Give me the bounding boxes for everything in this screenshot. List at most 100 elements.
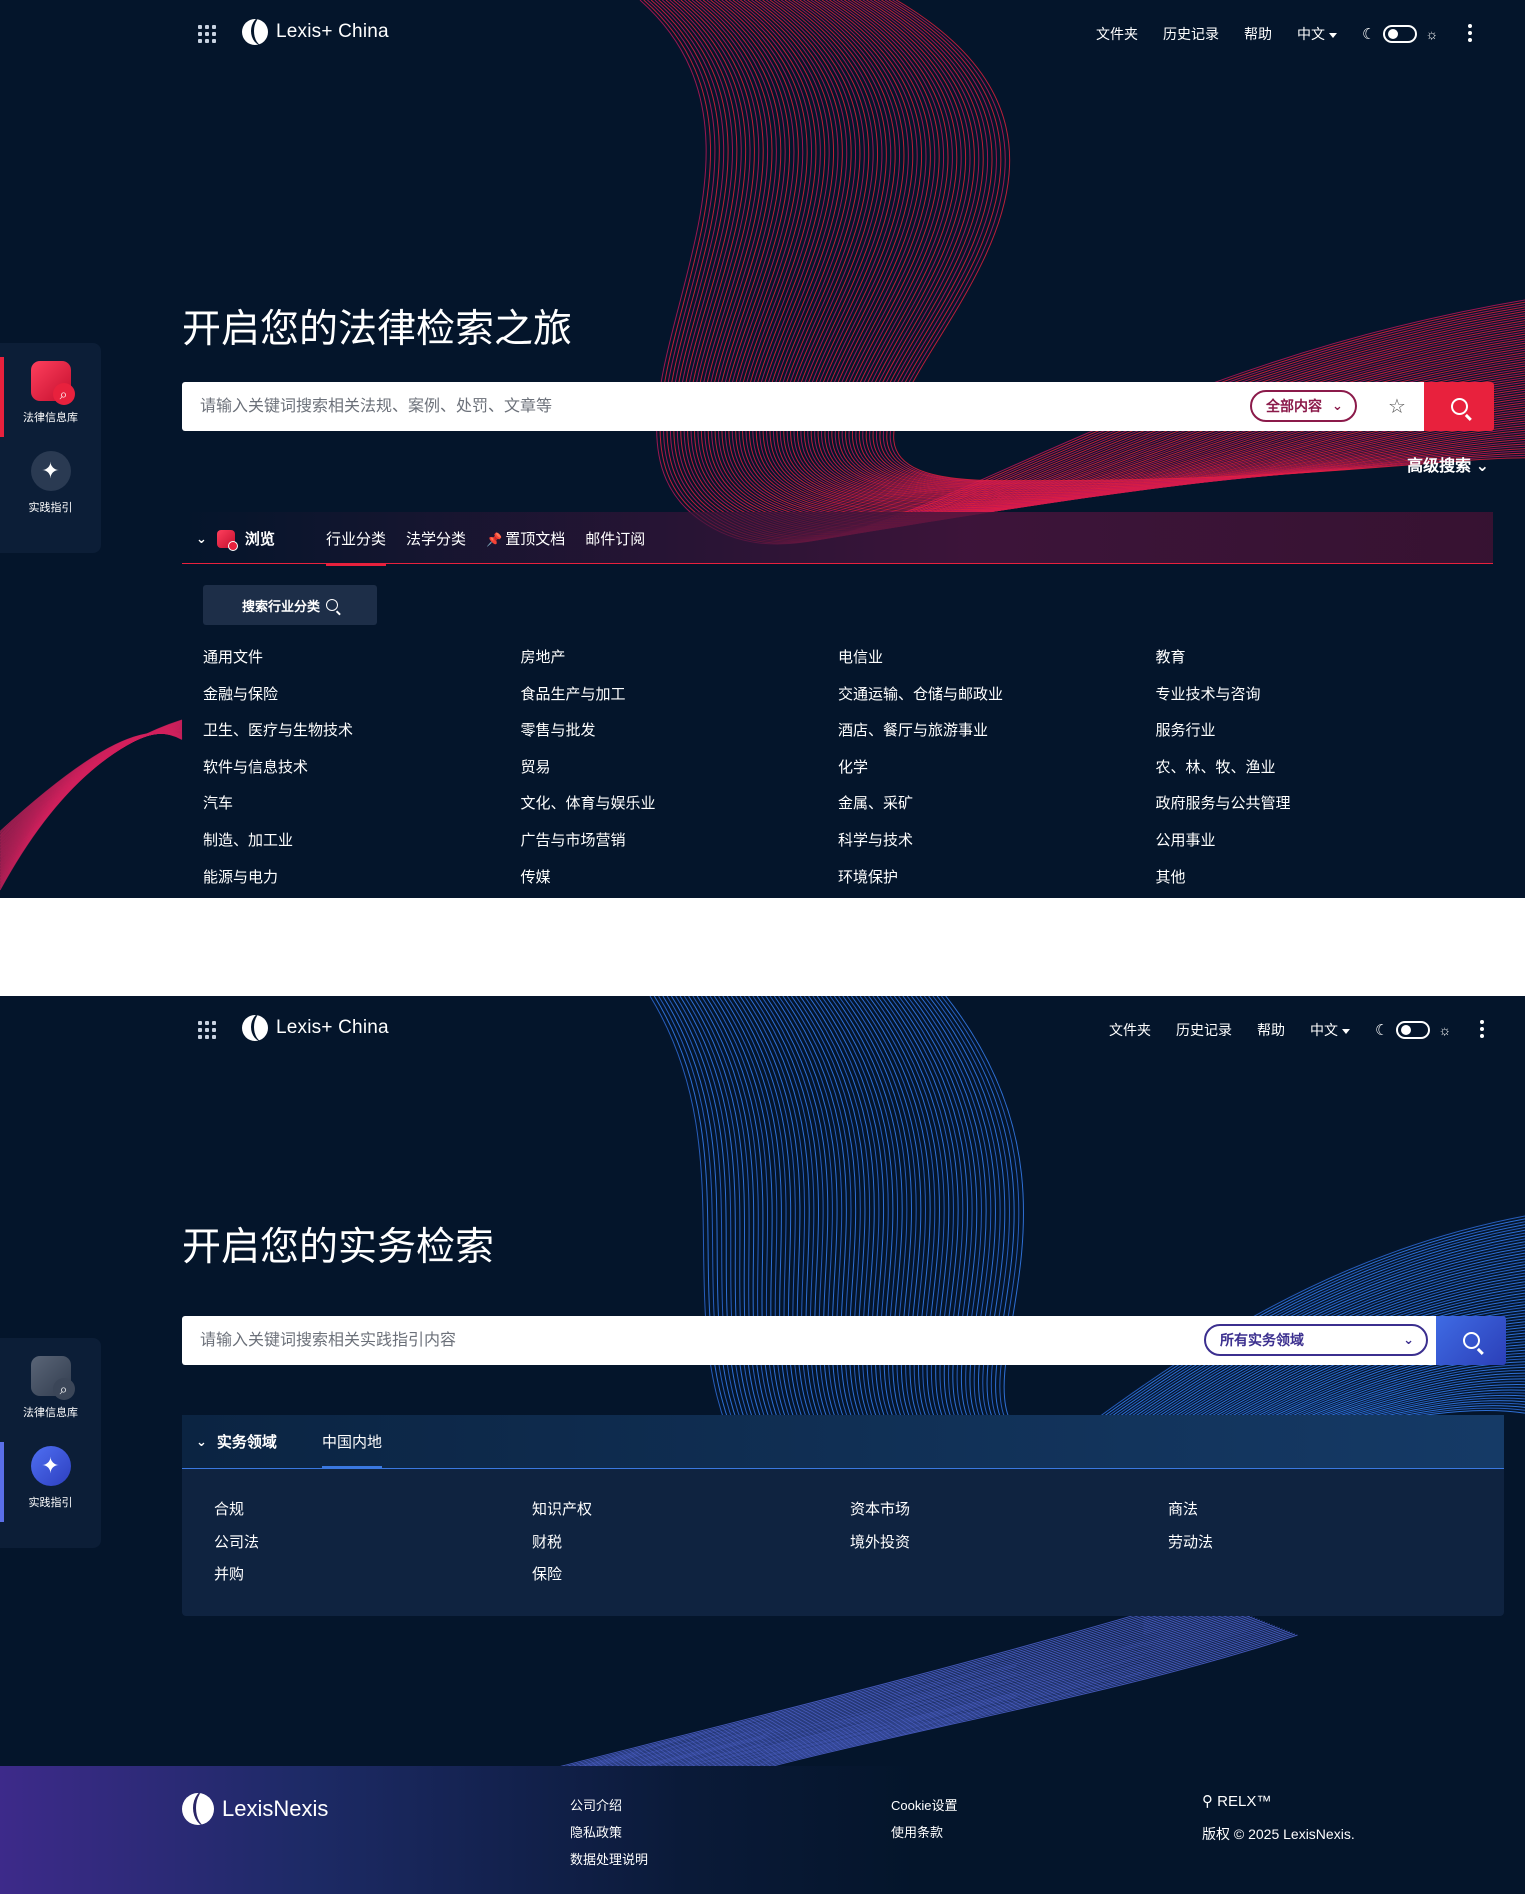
- advanced-search-toggle[interactable]: 高级搜索 ⌄: [1407, 452, 1489, 476]
- language-select[interactable]: 中文: [1297, 24, 1337, 44]
- footer-link[interactable]: Cookie设置: [891, 1795, 957, 1814]
- wave-line: [680, 0, 1525, 535]
- theme-switch[interactable]: [1383, 25, 1418, 43]
- moon-icon: ☾: [1362, 26, 1376, 43]
- industry-category-link[interactable]: 公用事业: [1156, 829, 1474, 866]
- tab-mainland-china[interactable]: 中国内地: [322, 1431, 383, 1469]
- nav-history[interactable]: 历史记录: [1176, 1020, 1232, 1040]
- theme-switch[interactable]: [1396, 1021, 1431, 1039]
- browse-toggle[interactable]: ⌄ 浏览: [196, 528, 275, 551]
- language-select[interactable]: 中文: [1310, 1020, 1350, 1040]
- nav-folders[interactable]: 文件夹: [1109, 1020, 1151, 1040]
- wave-line: [721, 0, 1525, 524]
- tab-industry[interactable]: 行业分类: [326, 528, 387, 566]
- industry-category-link[interactable]: 服务行业: [1156, 719, 1474, 756]
- practice-area-link[interactable]: 并购: [214, 1563, 532, 1596]
- wave-line: [676, 0, 1525, 536]
- wave-line: [739, 0, 1525, 520]
- nav-history[interactable]: 历史记录: [1163, 24, 1219, 44]
- industry-category-link[interactable]: 软件与信息技术: [203, 756, 521, 793]
- industry-category-link[interactable]: 教育: [1156, 646, 1474, 683]
- nav-folders[interactable]: 文件夹: [1096, 24, 1138, 44]
- search-category-button[interactable]: 搜索行业分类: [203, 585, 377, 625]
- practice-area-header: ⌄ 实务领域 中国内地: [182, 1415, 1504, 1469]
- industry-category-link[interactable]: 文化、体育与娱乐业: [521, 792, 839, 829]
- rail-practice[interactable]: ✦ 实践指引: [0, 443, 101, 533]
- practice-area-toggle[interactable]: ⌄ 实务领域: [196, 1431, 277, 1452]
- practice-area-link[interactable]: 境外投资: [850, 1531, 1168, 1564]
- theme-toggle[interactable]: ☾ ☼: [1375, 1021, 1451, 1039]
- tab-email-subscription[interactable]: 邮件订阅: [585, 528, 645, 565]
- practice-area-link[interactable]: 知识产权: [532, 1498, 850, 1531]
- scope-dropdown[interactable]: 全部内容 ⌄: [1250, 390, 1357, 422]
- rail-label: 法律信息库: [23, 412, 78, 424]
- language-label: 中文: [1310, 1022, 1338, 1038]
- wave-line: [713, 0, 1525, 526]
- industry-category-link[interactable]: 通用文件: [203, 646, 521, 683]
- practice-area-link[interactable]: 商法: [1168, 1498, 1486, 1531]
- relx-logo[interactable]: ⚲ RELX™: [1202, 1792, 1271, 1810]
- tab-legal-category[interactable]: 法学分类: [406, 528, 466, 565]
- advanced-search-label: 高级搜索: [1407, 458, 1472, 475]
- practice-area-link[interactable]: 合规: [214, 1498, 532, 1531]
- industry-category-link[interactable]: 科学与技术: [838, 829, 1156, 866]
- top-nav: 文件夹 历史记录 帮助 中文 ☾ ☼: [1096, 24, 1438, 44]
- industry-category-link[interactable]: 贸易: [521, 756, 839, 793]
- footer-link[interactable]: 使用条款: [891, 1822, 957, 1841]
- sun-icon: ☼: [1425, 26, 1439, 42]
- industry-category-link[interactable]: 其他: [1156, 866, 1474, 898]
- more-menu-icon[interactable]: [1480, 1020, 1486, 1038]
- industry-category-link[interactable]: 电信业: [838, 646, 1156, 683]
- industry-category-link[interactable]: 专业技术与咨询: [1156, 683, 1474, 720]
- industry-category-link[interactable]: 传媒: [521, 866, 839, 898]
- nav-help[interactable]: 帮助: [1244, 24, 1272, 44]
- industry-category-link[interactable]: 房地产: [521, 646, 839, 683]
- nav-help[interactable]: 帮助: [1257, 1020, 1285, 1040]
- apps-grid-icon[interactable]: [198, 1021, 216, 1039]
- practice-area-link[interactable]: 财税: [532, 1531, 850, 1564]
- industry-category-link[interactable]: 制造、加工业: [203, 829, 521, 866]
- industry-category-link[interactable]: 汽车: [203, 792, 521, 829]
- more-menu-icon[interactable]: [1468, 24, 1474, 42]
- industry-category-link[interactable]: 卫生、医疗与生物技术: [203, 719, 521, 756]
- industry-category-link[interactable]: 零售与批发: [521, 719, 839, 756]
- industry-category-link[interactable]: 广告与市场营销: [521, 829, 839, 866]
- industry-category-link[interactable]: 金融与保险: [203, 683, 521, 720]
- search-input[interactable]: [200, 382, 1200, 431]
- practice-area-link[interactable]: 保险: [532, 1563, 850, 1596]
- industry-category-link[interactable]: 政府服务与公共管理: [1156, 792, 1474, 829]
- search-button[interactable]: [1424, 382, 1494, 431]
- theme-toggle[interactable]: ☾ ☼: [1362, 25, 1438, 43]
- footer-link[interactable]: 隐私政策: [570, 1822, 648, 1841]
- practice-area-link[interactable]: 劳动法: [1168, 1531, 1486, 1564]
- wave-line: [765, 0, 1525, 513]
- practice-area-link[interactable]: 资本市场: [850, 1498, 1168, 1531]
- star-icon[interactable]: ☆: [1388, 394, 1406, 419]
- database-icon: ⌕: [30, 1356, 75, 1400]
- rail-practice[interactable]: ✦ 实践指引: [0, 1438, 101, 1528]
- industry-category-link[interactable]: 化学: [838, 756, 1156, 793]
- industry-category-link[interactable]: 能源与电力: [203, 866, 521, 898]
- industry-category-link[interactable]: 金属、采矿: [838, 792, 1156, 829]
- footer-link[interactable]: 公司介绍: [570, 1795, 648, 1814]
- lexis-logo[interactable]: Lexis+ China: [242, 19, 389, 45]
- lexis-logo[interactable]: Lexis+ China: [242, 1015, 389, 1041]
- page-title: 开启您的法律检索之旅: [182, 307, 573, 352]
- industry-category-link[interactable]: 酒店、餐厅与旅游事业: [838, 719, 1156, 756]
- industry-category-link[interactable]: 食品生产与加工: [521, 683, 839, 720]
- footer-link[interactable]: 数据处理说明: [570, 1849, 648, 1868]
- database-icon: ⌕: [30, 361, 75, 405]
- search-button[interactable]: [1436, 1316, 1506, 1365]
- practice-area-link[interactable]: 公司法: [214, 1531, 532, 1564]
- industry-category-link[interactable]: 环境保护: [838, 866, 1156, 898]
- wave-line: [0, 720, 183, 889]
- search-input[interactable]: [200, 1316, 1180, 1365]
- scope-dropdown[interactable]: 所有实务领域 ⌄: [1204, 1324, 1428, 1356]
- rail-legal-db[interactable]: ⌕ 法律信息库: [0, 1348, 101, 1438]
- industry-category-link[interactable]: 农、林、牧、渔业: [1156, 756, 1474, 793]
- apps-grid-icon[interactable]: [198, 25, 216, 43]
- rail-legal-db[interactable]: ⌕ 法律信息库: [0, 353, 101, 443]
- tab-pinned-docs[interactable]: 📌 置顶文档: [486, 528, 565, 565]
- industry-category-link[interactable]: 交通运输、仓储与邮政业: [838, 683, 1156, 720]
- lexisnexis-logo[interactable]: LexisNexis: [182, 1793, 328, 1825]
